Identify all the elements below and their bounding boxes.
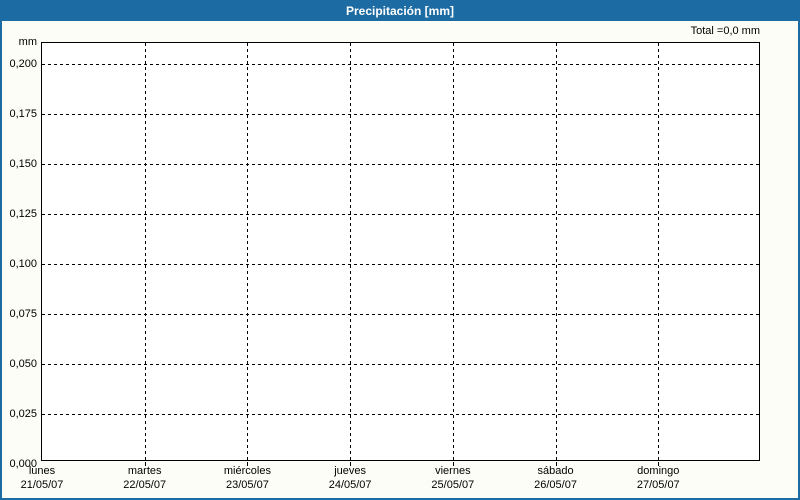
y-tick-label: 0,200	[9, 58, 37, 70]
chart-title: Precipitación [mm]	[345, 4, 455, 18]
x-axis-tick	[350, 462, 351, 466]
x-axis-tick	[145, 462, 146, 466]
vertical-gridline	[453, 43, 454, 460]
y-tick-label: 0,125	[9, 208, 37, 220]
x-date-label: 25/05/07	[431, 479, 475, 491]
x-axis-tick	[453, 462, 454, 466]
chart-title-bar: Precipitación [mm]	[2, 2, 798, 21]
x-day-label: sábado	[537, 465, 574, 477]
x-day-label: martes	[127, 465, 162, 477]
x-date-label: 26/05/07	[534, 479, 577, 491]
x-day-label: lunes	[28, 465, 56, 477]
x-day-label: viernes	[435, 465, 471, 477]
x-axis-tick	[556, 462, 557, 466]
horizontal-gridline	[42, 264, 759, 265]
y-axis-unit-label: mm	[18, 36, 37, 48]
y-tick-label: 0,075	[9, 308, 37, 320]
x-date-label: 23/05/07	[226, 479, 269, 491]
vertical-gridline	[658, 43, 659, 460]
vertical-gridline	[247, 43, 248, 460]
horizontal-gridline	[42, 214, 759, 215]
x-date-label: 27/05/07	[636, 479, 680, 491]
precipitation-chart: Precipitación [mm] Total =0,0 mm mm 0,20…	[0, 0, 800, 500]
x-day-label: miércoles	[223, 465, 271, 477]
vertical-gridline	[350, 43, 351, 460]
y-tick-label: 0,150	[9, 158, 37, 170]
x-axis-tick	[658, 462, 659, 466]
x-date-label: 21/05/07	[20, 479, 64, 491]
x-day-label: domingo	[637, 465, 680, 477]
horizontal-gridline	[42, 414, 759, 415]
horizontal-gridline	[42, 64, 759, 65]
horizontal-gridline	[42, 314, 759, 315]
vertical-gridline	[556, 43, 557, 460]
total-label: Total =0,0 mm	[690, 25, 760, 37]
y-tick-label: 0,100	[9, 258, 37, 270]
y-tick-label: 0,175	[9, 108, 37, 120]
x-date-label: 24/05/07	[328, 479, 372, 491]
plot-area	[41, 42, 760, 461]
y-tick-label: 0,050	[9, 358, 37, 370]
x-axis-tick	[247, 462, 248, 466]
horizontal-gridline	[42, 114, 759, 115]
vertical-gridline	[145, 43, 146, 460]
x-date-label: 22/05/07	[123, 479, 167, 491]
horizontal-gridline	[42, 364, 759, 365]
y-tick-label: 0,025	[9, 408, 37, 420]
x-day-label: jueves	[334, 465, 367, 477]
horizontal-gridline	[42, 164, 759, 165]
